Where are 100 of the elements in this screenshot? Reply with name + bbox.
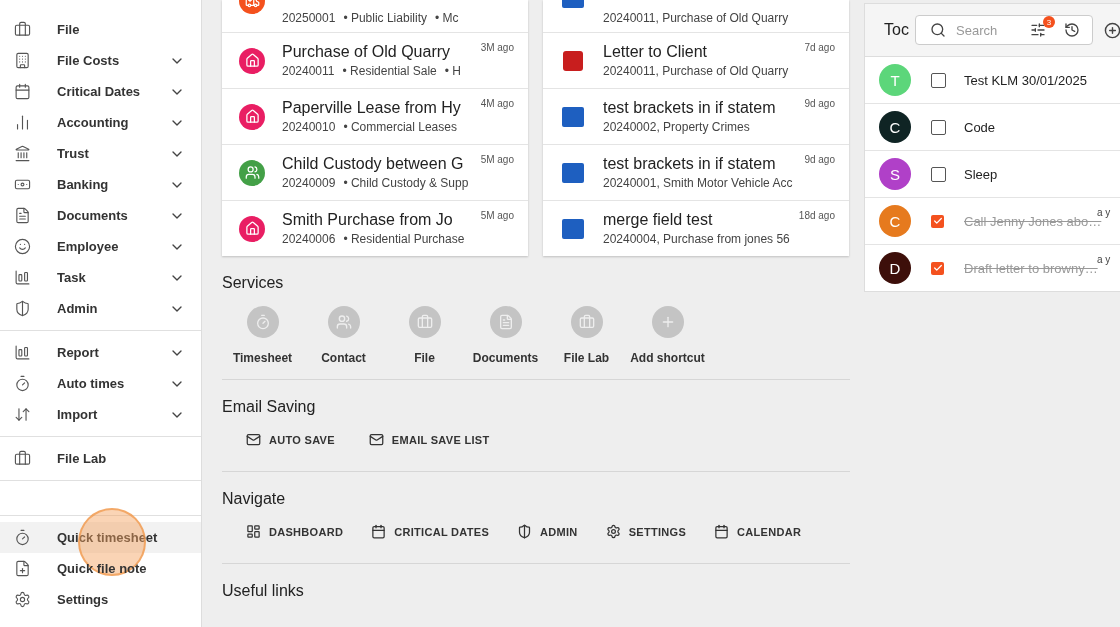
todo-title: Sleep bbox=[964, 166, 998, 182]
matter-title[interactable]: Smith Purchase from Jo bbox=[282, 211, 453, 229]
checkbox[interactable] bbox=[931, 261, 944, 275]
word-document-icon bbox=[562, 162, 584, 183]
avatar: S bbox=[879, 158, 911, 190]
history-icon[interactable] bbox=[1064, 22, 1080, 38]
sidebar-item[interactable]: Banking bbox=[0, 169, 201, 200]
sidebar-item[interactable]: Import bbox=[0, 399, 201, 430]
avatar: D bbox=[879, 252, 911, 284]
todo-age: a y bbox=[1097, 254, 1111, 265]
sidebar-item[interactable]: File Lab bbox=[0, 443, 201, 474]
email-button[interactable]: EMAIL SAVE LIST bbox=[366, 428, 492, 451]
search-icon bbox=[930, 22, 946, 38]
shortcut-button[interactable]: File Lab bbox=[546, 306, 627, 365]
matter-title[interactable]: Paperville Lease from Hy bbox=[282, 99, 461, 117]
people-icon bbox=[335, 314, 352, 330]
filter-icon[interactable] bbox=[1030, 22, 1046, 38]
todo-title: Code bbox=[964, 119, 996, 135]
document-title[interactable]: Letter to Client bbox=[603, 43, 708, 61]
matter-tag: • H bbox=[444, 64, 461, 78]
sidebar-item[interactable]: Auto times bbox=[0, 368, 201, 399]
stopwatch-icon bbox=[14, 375, 31, 392]
matter-tag: • Residential Purchase bbox=[343, 232, 465, 246]
document-subtitle: 20240004, Purchase from jones 56 bbox=[603, 232, 790, 246]
checkbox[interactable] bbox=[931, 119, 946, 135]
briefcase-icon bbox=[416, 314, 433, 330]
section-title: Services bbox=[222, 274, 285, 292]
sidebar-item[interactable]: Trust bbox=[0, 138, 201, 169]
checkbox[interactable] bbox=[931, 72, 946, 88]
word-document-icon bbox=[562, 218, 584, 239]
sidebar-item[interactable]: Task bbox=[0, 262, 201, 293]
mail-icon bbox=[246, 432, 261, 447]
sidebar-item[interactable]: File Costs bbox=[0, 45, 201, 76]
shortcut-button[interactable]: File bbox=[384, 306, 465, 365]
document-age: 9d ago bbox=[804, 154, 835, 165]
settings-icon bbox=[14, 591, 31, 608]
mail-icon bbox=[368, 432, 384, 447]
matter-age: 5M ago bbox=[480, 154, 514, 165]
sidebar-item[interactable]: Critical Dates bbox=[0, 76, 201, 107]
matter-tag: • Commercial Leases bbox=[343, 120, 457, 134]
briefcase-icon bbox=[14, 21, 31, 38]
document-subtitle: 20240002, Property Crimes bbox=[603, 120, 750, 134]
calendar-icon bbox=[371, 524, 387, 539]
navigate-button[interactable]: CRITICAL DATES bbox=[369, 520, 492, 543]
sidebar-item[interactable]: Report bbox=[0, 337, 201, 368]
sidebar-item[interactable]: Accounting bbox=[0, 107, 201, 138]
sidebar-item[interactable]: Settings bbox=[0, 584, 201, 615]
face-icon bbox=[14, 238, 31, 255]
arrows-icon bbox=[14, 406, 31, 423]
document-title[interactable]: test brackets in if statem bbox=[603, 99, 776, 117]
document-age: 18d ago bbox=[798, 210, 835, 221]
matter-age: 3M ago bbox=[480, 42, 514, 53]
document-title[interactable]: merge field test bbox=[603, 211, 713, 229]
matter-tag: • Residential Sale bbox=[342, 64, 437, 78]
add-icon[interactable] bbox=[1104, 21, 1120, 39]
todo-age: a y bbox=[1097, 207, 1111, 218]
sidebar-item[interactable]: Admin bbox=[0, 293, 201, 324]
sidebar-item[interactable]: File bbox=[0, 14, 201, 45]
document-age: 7d ago bbox=[804, 42, 835, 53]
document-title[interactable]: test brackets in if statem bbox=[603, 155, 776, 173]
matter-number: 20240006 bbox=[282, 232, 336, 246]
avatar: C bbox=[879, 111, 911, 143]
shield-icon bbox=[14, 300, 31, 317]
matter-title[interactable]: Child Custody between G bbox=[282, 155, 464, 173]
shortcut-button[interactable]: Add shortcut bbox=[627, 306, 708, 365]
pdf-document-icon bbox=[563, 50, 583, 71]
shortcut-button[interactable]: Contact bbox=[303, 306, 384, 365]
matter-number: 20250001 bbox=[282, 10, 336, 25]
shortcut-button[interactable]: Timesheet bbox=[222, 306, 303, 365]
navigate-button[interactable]: SETTINGS bbox=[603, 520, 689, 543]
report-icon bbox=[14, 344, 31, 361]
matter-age: 5M ago bbox=[480, 210, 514, 221]
matter-number: 20240009 bbox=[282, 176, 336, 190]
todo-title: Test KLM 30/01/2025 bbox=[964, 72, 1087, 88]
chart-icon bbox=[14, 269, 31, 286]
email-button[interactable]: AUTO SAVE bbox=[244, 428, 337, 451]
navigate-button[interactable]: ADMIN bbox=[515, 520, 580, 543]
document-subtitle: 20240011, Purchase of Old Quarry bbox=[603, 64, 789, 78]
shortcut-button[interactable]: Documents bbox=[465, 306, 546, 365]
section-title: Navigate bbox=[222, 490, 287, 508]
matter-title[interactable]: Purchase of Old Quarry bbox=[282, 43, 451, 61]
sidebar-item[interactable]: Documents bbox=[0, 200, 201, 231]
document-subtitle: 20240011, Purchase of Old Quarry bbox=[603, 10, 789, 25]
document-icon bbox=[497, 314, 514, 330]
word-document-icon bbox=[562, 106, 584, 127]
briefcase-icon bbox=[14, 450, 31, 467]
bar-chart-icon bbox=[14, 114, 31, 131]
stopwatch-icon bbox=[254, 314, 271, 330]
calendar-icon bbox=[714, 524, 730, 539]
calendar-icon bbox=[14, 83, 31, 100]
document-subtitle: 20240001, Smith Motor Vehicle Acc bbox=[603, 176, 793, 190]
section-title: Useful links bbox=[222, 582, 305, 600]
checkbox[interactable] bbox=[931, 214, 944, 228]
navigate-button[interactable]: DASHBOARD bbox=[244, 520, 346, 543]
shield-icon bbox=[517, 524, 533, 539]
document-icon bbox=[14, 207, 31, 224]
section-title: Email Saving bbox=[222, 398, 317, 416]
navigate-button[interactable]: CALENDAR bbox=[712, 520, 804, 543]
checkbox[interactable] bbox=[931, 166, 946, 182]
sidebar-item[interactable]: Employee bbox=[0, 231, 201, 262]
